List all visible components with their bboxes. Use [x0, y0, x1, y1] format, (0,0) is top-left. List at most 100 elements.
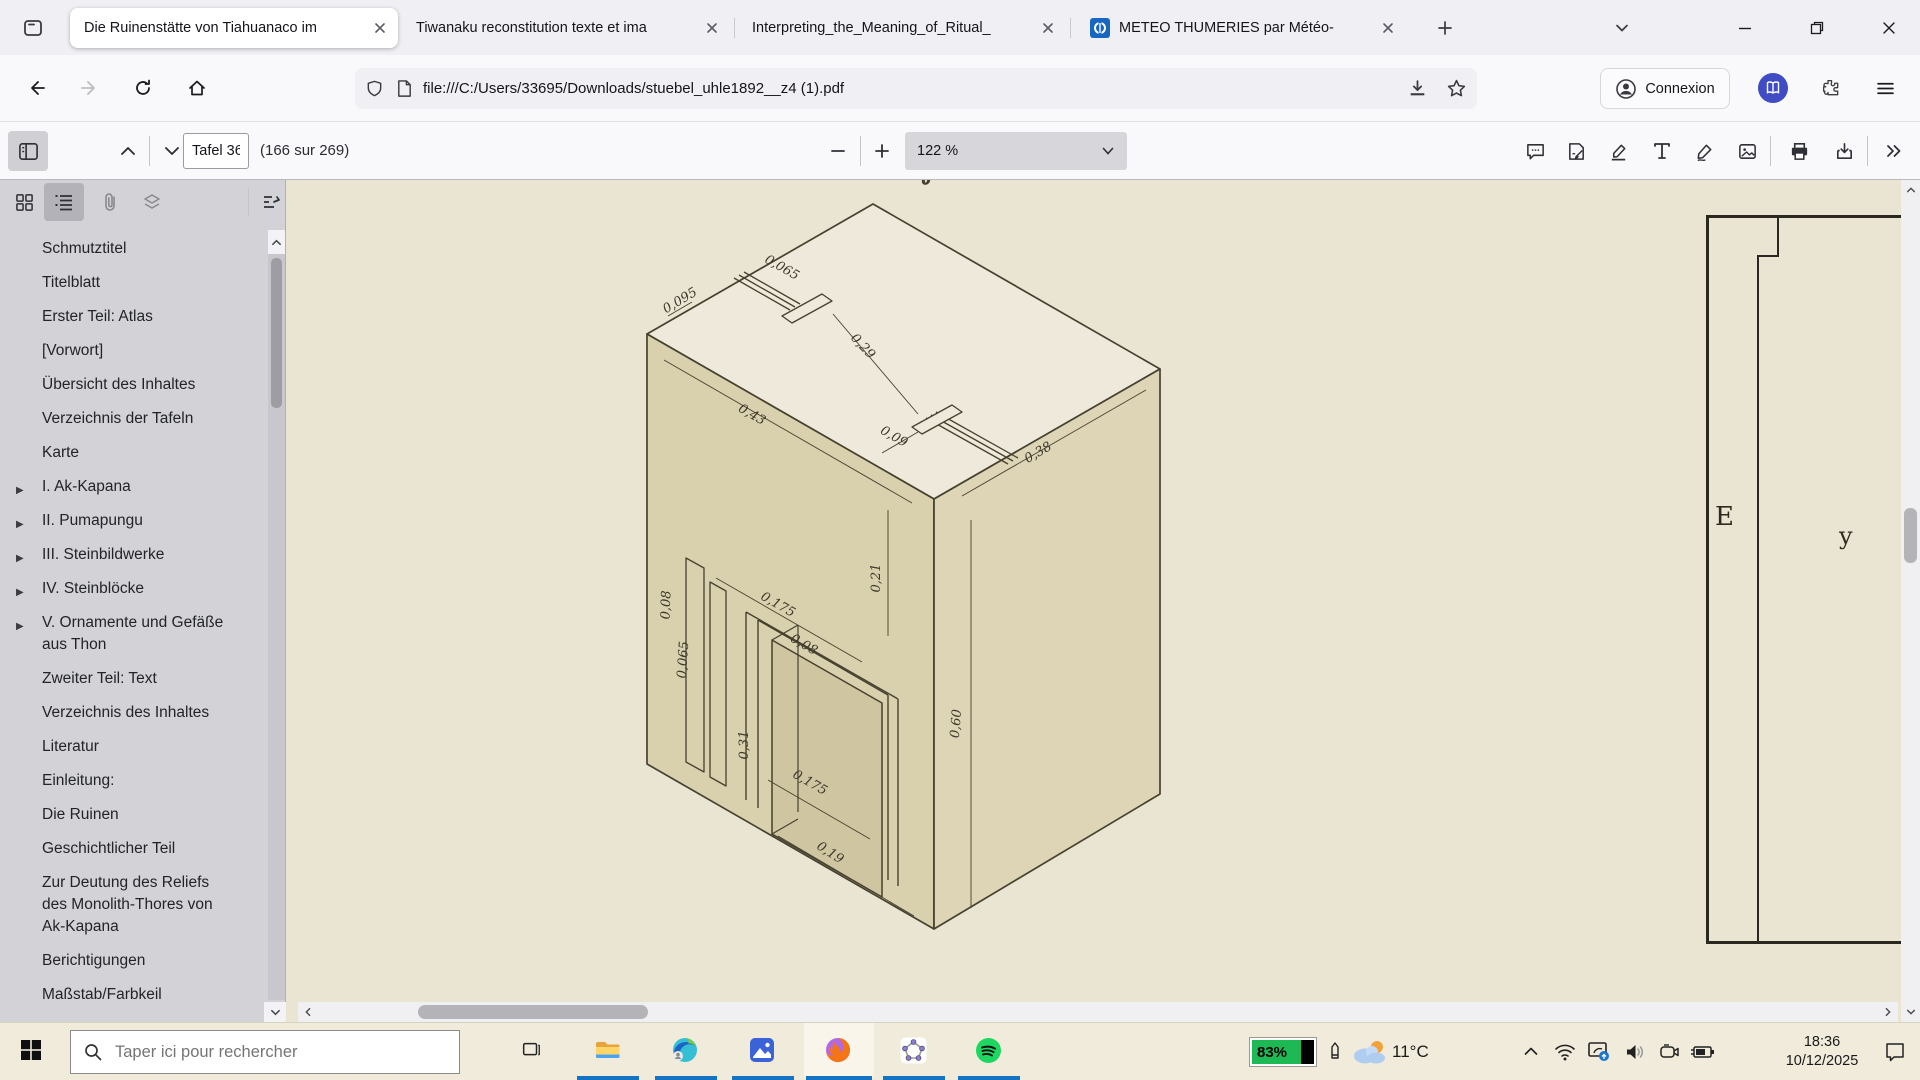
- attachments-button[interactable]: [90, 183, 130, 221]
- outline-item[interactable]: [Vorwort]: [0, 340, 268, 362]
- outline-item[interactable]: Karte: [0, 442, 268, 464]
- dictionary-extension-button[interactable]: [1758, 73, 1788, 103]
- firefox-view-button[interactable]: [12, 11, 54, 45]
- outline-item[interactable]: Übersicht des Inhaltes: [0, 374, 268, 396]
- new-tab-button[interactable]: [1428, 12, 1462, 44]
- outline-item[interactable]: Maßstab/Farbkeil: [0, 984, 268, 1000]
- outline-item[interactable]: ▶I. Ak-Kapana: [0, 476, 268, 498]
- sidebar-scroll-down-button[interactable]: [264, 1002, 286, 1022]
- thumbnails-view-button[interactable]: [4, 183, 44, 221]
- notification-center-icon[interactable]: [1882, 1040, 1908, 1064]
- expand-triangle-icon[interactable]: ▶: [16, 514, 24, 536]
- weather-icon[interactable]: [1350, 1040, 1388, 1064]
- back-button[interactable]: [18, 69, 56, 107]
- tab-close-icon[interactable]: [1382, 22, 1394, 34]
- outline-item[interactable]: Zur Deutung des Reliefs des Monolith-Tho…: [0, 872, 268, 938]
- outline-item[interactable]: ▶III. Steinbildwerke: [0, 544, 268, 566]
- page-info-icon[interactable]: [396, 79, 413, 98]
- expand-triangle-icon[interactable]: ▶: [16, 548, 24, 570]
- outline-item[interactable]: Literatur: [0, 736, 268, 758]
- outline-item[interactable]: Die Ruinen: [0, 804, 268, 826]
- previous-page-button[interactable]: [108, 131, 148, 171]
- scroll-up-button[interactable]: [268, 230, 285, 254]
- list-all-tabs-button[interactable]: [1605, 12, 1639, 44]
- image-tool-button[interactable]: [1727, 131, 1767, 171]
- photos-button[interactable]: [739, 1023, 785, 1077]
- tab-close-icon[interactable]: [1042, 22, 1054, 34]
- outline-item[interactable]: ▶II. Pumapungu: [0, 510, 268, 532]
- taskbar-clock[interactable]: 18:36 10/12/2025: [1768, 1033, 1876, 1071]
- current-outline-item-button[interactable]: [256, 183, 286, 221]
- extensions-button[interactable]: [1812, 69, 1850, 107]
- reload-button[interactable]: [124, 69, 162, 107]
- outline-item[interactable]: Einleitung:: [0, 770, 268, 792]
- outline-item[interactable]: ▶IV. Steinblöcke: [0, 578, 268, 600]
- expand-triangle-icon[interactable]: ▶: [16, 480, 24, 502]
- menu-button[interactable]: [1866, 69, 1904, 107]
- home-button[interactable]: [178, 69, 216, 107]
- task-view-button[interactable]: [508, 1023, 554, 1077]
- zoom-select[interactable]: 122 %: [905, 132, 1127, 170]
- outline-item[interactable]: Verzeichnis des Inhaltes: [0, 702, 268, 724]
- print-button[interactable]: [1779, 131, 1819, 171]
- comment-tool-button[interactable]: [1515, 131, 1555, 171]
- layers-button[interactable]: [132, 183, 172, 221]
- text-tool-button[interactable]: [1642, 131, 1682, 171]
- zoom-out-button[interactable]: [818, 131, 858, 171]
- outline-item[interactable]: Schmutztitel: [0, 238, 268, 260]
- forward-button[interactable]: [70, 69, 108, 107]
- more-tools-button[interactable]: [1874, 131, 1914, 171]
- tab-tiwanaku[interactable]: Tiwanaku reconstitution texte et ima: [402, 8, 730, 48]
- outline-item[interactable]: Erster Teil: Atlas: [0, 306, 268, 328]
- edge-button[interactable]: [662, 1023, 708, 1077]
- geogebra-button[interactable]: [890, 1023, 936, 1077]
- outline-view-button[interactable]: [44, 183, 84, 221]
- tab-meteo[interactable]: METEO THUMERIES par Météo-: [1076, 8, 1406, 48]
- url-bar[interactable]: file:///C:/Users/33695/Downloads/stuebel…: [355, 68, 1477, 109]
- minimize-button[interactable]: [1728, 12, 1762, 44]
- download-icon[interactable]: [1407, 78, 1428, 99]
- scroll-right-button[interactable]: [1878, 1002, 1898, 1022]
- outline-item[interactable]: Verzeichnis der Tafeln: [0, 408, 268, 430]
- expand-triangle-icon[interactable]: ▶: [16, 582, 24, 604]
- draw-tool-button[interactable]: [1684, 131, 1724, 171]
- scrollbar-thumb[interactable]: [1904, 508, 1917, 563]
- page-number-input[interactable]: [183, 133, 249, 169]
- bookmark-star-icon[interactable]: [1446, 78, 1467, 99]
- toggle-sidebar-button[interactable]: [8, 131, 48, 171]
- power-plug-icon[interactable]: [1690, 1040, 1716, 1064]
- signin-button[interactable]: Connexion: [1600, 68, 1730, 109]
- temperature-label[interactable]: 11°C: [1392, 1023, 1429, 1080]
- taskbar-search[interactable]: [70, 1030, 460, 1074]
- scroll-left-button[interactable]: [298, 1002, 318, 1022]
- camera-icon[interactable]: [1656, 1040, 1682, 1064]
- battery-widget[interactable]: 83%: [1250, 1038, 1316, 1066]
- spotify-button[interactable]: [965, 1023, 1011, 1077]
- expand-triangle-icon[interactable]: ▶: [16, 616, 24, 638]
- firefox-button[interactable]: [815, 1023, 861, 1077]
- shield-icon[interactable]: [365, 79, 384, 98]
- tab-close-icon[interactable]: [374, 22, 386, 34]
- pdf-viewport[interactable]: o: [287, 180, 1920, 1022]
- start-button[interactable]: [8, 1023, 54, 1077]
- cast-icon[interactable]: [1586, 1040, 1612, 1064]
- zoom-in-button[interactable]: [862, 131, 902, 171]
- tray-chevron-up-icon[interactable]: [1518, 1040, 1544, 1064]
- scroll-down-button[interactable]: [1901, 1002, 1920, 1022]
- highlight-tool-button[interactable]: [1598, 131, 1638, 171]
- scrollbar-thumb[interactable]: [271, 258, 282, 408]
- file-explorer-button[interactable]: [584, 1023, 630, 1077]
- wifi-icon[interactable]: [1552, 1040, 1578, 1064]
- save-button[interactable]: [1824, 131, 1864, 171]
- vertical-scrollbar[interactable]: [1901, 180, 1920, 1022]
- restore-button[interactable]: [1800, 12, 1834, 44]
- outline-item[interactable]: Berichtigungen: [0, 950, 268, 972]
- outline-item[interactable]: Zweiter Teil: Text: [0, 668, 268, 690]
- close-window-button[interactable]: [1872, 12, 1906, 44]
- search-input[interactable]: [115, 1043, 415, 1062]
- outline-item[interactable]: Titelblatt: [0, 272, 268, 294]
- stylus-pen-icon[interactable]: [1322, 1040, 1348, 1064]
- tab-close-icon[interactable]: [706, 22, 718, 34]
- tab-tiahuanaco[interactable]: Die Ruinenstätte von Tiahuanaco im: [70, 8, 398, 48]
- scroll-up-button[interactable]: [1901, 180, 1920, 200]
